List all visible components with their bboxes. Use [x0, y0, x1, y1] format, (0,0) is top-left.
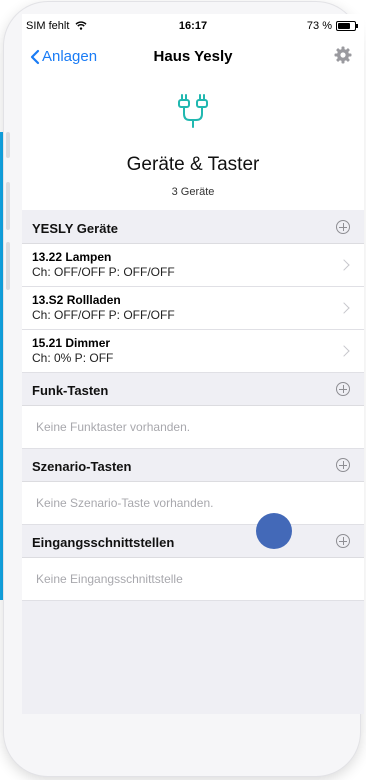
- list-item[interactable]: 13.22 Lampen Ch: OFF/OFF P: OFF/OFF: [22, 244, 364, 287]
- chevron-left-icon: [30, 49, 40, 64]
- list-item[interactable]: 15.21 Dimmer Ch: 0% P: OFF: [22, 330, 364, 373]
- list-item[interactable]: 13.S2 Rollladen Ch: OFF/OFF P: OFF/OFF: [22, 287, 364, 330]
- chevron-right-icon: [338, 345, 350, 357]
- gear-icon: [334, 46, 352, 64]
- empty-state-text: Keine Szenario-Taste vorhanden.: [36, 496, 214, 510]
- device-status: Ch: OFF/OFF P: OFF/OFF: [32, 265, 175, 279]
- plug-icon: [178, 94, 208, 128]
- empty-state-text: Keine Eingangsschnittstelle: [36, 572, 183, 586]
- sections-list: YESLY Geräte 13.22 Lampen Ch: OFF/OFF P:…: [22, 211, 364, 601]
- chevron-right-icon: [338, 259, 350, 271]
- status-right: 73 %: [306, 20, 358, 32]
- battery-icon: [336, 21, 358, 31]
- device-name: 15.21 Dimmer: [32, 336, 111, 350]
- section-header-yesly: YESLY Geräte: [22, 211, 364, 244]
- phone-side-button: [6, 132, 10, 158]
- device-status: Ch: OFF/OFF P: OFF/OFF: [32, 308, 175, 322]
- section-header-eingang: Eingangsschnittstellen: [22, 525, 364, 558]
- section-title: Funk-Tasten: [32, 383, 109, 398]
- device-status: Ch: 0% P: OFF: [32, 351, 114, 365]
- touch-indicator: [256, 513, 292, 549]
- section-heading: Geräte & Taster: [126, 154, 260, 175]
- plus-circle-icon[interactable]: [336, 382, 350, 396]
- section-title: Szenario-Tasten: [32, 459, 132, 474]
- empty-state: Keine Eingangsschnittstelle: [22, 558, 364, 601]
- back-button-label: Anlagen: [42, 48, 98, 65]
- navigation-bar: Anlagen Haus Yesly: [22, 36, 364, 80]
- plus-circle-icon[interactable]: [336, 458, 350, 472]
- section-title: Eingangsschnittstellen: [32, 535, 175, 550]
- section-header-szenario: Szenario-Tasten: [22, 449, 364, 482]
- section-header-funk: Funk-Tasten: [22, 373, 364, 406]
- empty-state: Keine Funktaster vorhanden.: [22, 406, 364, 449]
- back-button[interactable]: Anlagen: [30, 48, 97, 65]
- empty-state-text: Keine Funktaster vorhanden.: [36, 420, 191, 434]
- devices-header: Geräte & Taster 3 Geräte: [22, 80, 364, 210]
- settings-button[interactable]: [334, 46, 352, 69]
- status-bar: SIM fehlt 16:17 73 %: [22, 14, 364, 36]
- device-name: 13.22 Lampen: [32, 250, 112, 264]
- app-screen: SIM fehlt 16:17 73 % Anlagen Haus Yesly: [22, 14, 364, 714]
- device-count: 3 Geräte: [171, 186, 215, 198]
- empty-state: Keine Szenario-Taste vorhanden.: [22, 482, 364, 525]
- battery-percent: 73 %: [306, 20, 332, 32]
- plus-circle-icon[interactable]: [336, 534, 350, 548]
- device-name: 13.S2 Rollladen: [32, 293, 121, 307]
- phone-side-button: [6, 242, 10, 290]
- section-title: YESLY Geräte: [32, 221, 118, 236]
- chevron-right-icon: [338, 302, 350, 314]
- phone-side-button: [6, 182, 10, 230]
- plus-circle-icon[interactable]: [336, 220, 350, 234]
